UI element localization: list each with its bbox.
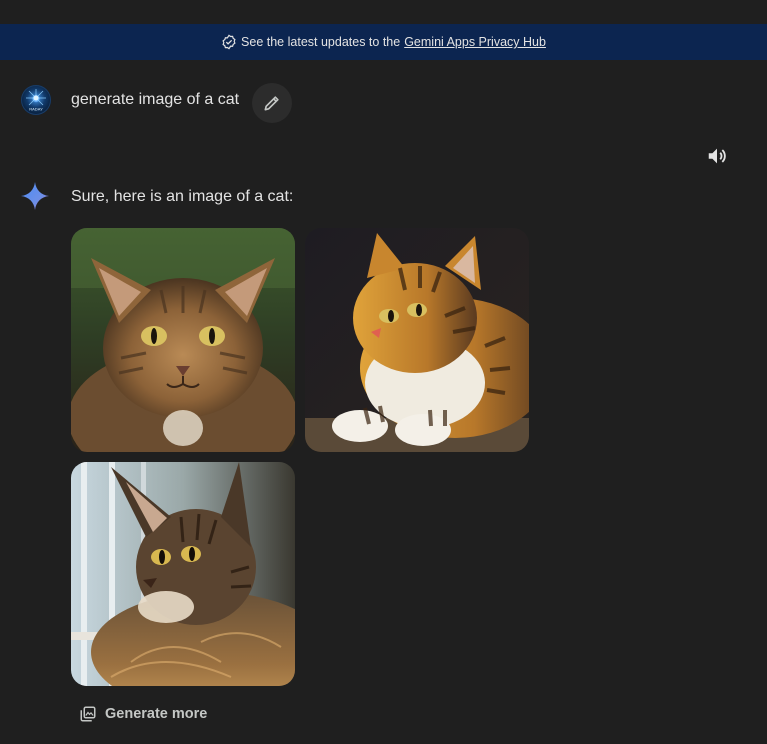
avatar-burst-icon: RADAY bbox=[26, 89, 46, 112]
generate-more-button[interactable]: Generate more bbox=[71, 698, 215, 730]
image-stack-icon bbox=[80, 706, 96, 722]
listen-button[interactable] bbox=[704, 143, 730, 169]
generated-image-1[interactable] bbox=[71, 228, 295, 452]
edit-prompt-button[interactable] bbox=[252, 83, 292, 123]
avatar-label: RADAY bbox=[29, 107, 43, 112]
gemini-spark-icon bbox=[21, 182, 49, 210]
privacy-hub-link[interactable]: Gemini Apps Privacy Hub bbox=[404, 35, 546, 49]
privacy-banner: See the latest updates to the Gemini App… bbox=[0, 24, 767, 60]
user-prompt-text: generate image of a cat bbox=[71, 91, 240, 108]
avatar[interactable]: RADAY bbox=[21, 85, 51, 115]
response-text: Sure, here is an image of a cat: bbox=[71, 188, 294, 205]
generated-image-3[interactable] bbox=[71, 462, 295, 686]
top-bar bbox=[0, 0, 767, 24]
speaker-icon bbox=[708, 148, 726, 164]
verified-check-icon bbox=[222, 34, 236, 50]
generate-more-label: Generate more bbox=[105, 706, 208, 722]
pencil-icon bbox=[264, 96, 279, 111]
user-prompt-row: RADAY generate image of a cat bbox=[0, 82, 767, 126]
banner-text: See the latest updates to the bbox=[241, 35, 401, 49]
generated-image-2[interactable] bbox=[305, 228, 529, 452]
